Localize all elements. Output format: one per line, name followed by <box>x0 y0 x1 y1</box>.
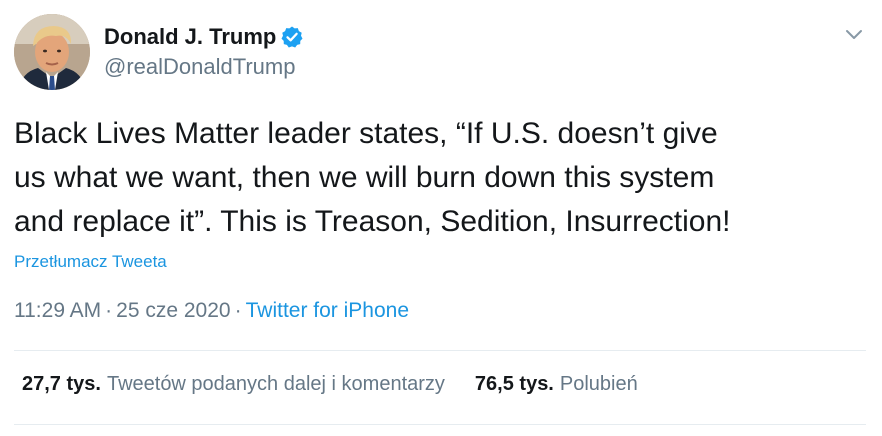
tweet-text-line: and replace it”. This is Treason, Sediti… <box>14 205 731 238</box>
meta-separator: · <box>234 299 242 322</box>
tweet-text-line: Black Lives Matter leader states, “If U.… <box>14 117 718 150</box>
translate-tweet-link[interactable]: Przetłumacz Tweeta <box>14 252 167 272</box>
likes-label: Polubień <box>559 373 638 395</box>
verified-badge-icon <box>280 25 304 49</box>
tweet-card: Donald J. Trump @realDonaldTrump Black L… <box>0 0 882 436</box>
divider <box>14 424 866 425</box>
tweet-text-line: us what we want, then we will burn down … <box>14 161 715 194</box>
author-display-name[interactable]: Donald J. Trump <box>104 24 276 50</box>
tweet-date[interactable]: 25 cze 2020 <box>116 299 230 322</box>
author-handle[interactable]: @realDonaldTrump <box>104 54 295 80</box>
tweet-meta: 11:29 AM · 25 cze 2020 · Twitter for iPhone <box>14 299 409 323</box>
divider <box>14 350 866 351</box>
retweets-count: 27,7 tys. <box>22 373 101 395</box>
tweet-time[interactable]: 11:29 AM <box>14 299 101 322</box>
meta-separator: · <box>105 299 113 322</box>
retweets-stat[interactable]: 27,7 tys. Tweetów podanych dalej i koment… <box>22 373 445 396</box>
tweet-stats: 27,7 tys. Tweetów podanych dalej i koment… <box>22 373 638 396</box>
retweets-label: Tweetów podanych dalej i komentarzy <box>106 373 445 395</box>
likes-count: 76,5 tys. <box>474 373 554 395</box>
avatar[interactable] <box>14 14 90 90</box>
chevron-down-icon[interactable] <box>842 26 866 44</box>
tweet-text: Black Lives Matter leader states, “If U.… <box>14 112 874 244</box>
avatar-image <box>14 14 90 90</box>
tweet-source-link[interactable]: Twitter for iPhone <box>246 299 409 322</box>
author-name-row[interactable]: Donald J. Trump <box>104 23 304 51</box>
likes-stat[interactable]: 76,5 tys. Polubień <box>475 373 638 396</box>
